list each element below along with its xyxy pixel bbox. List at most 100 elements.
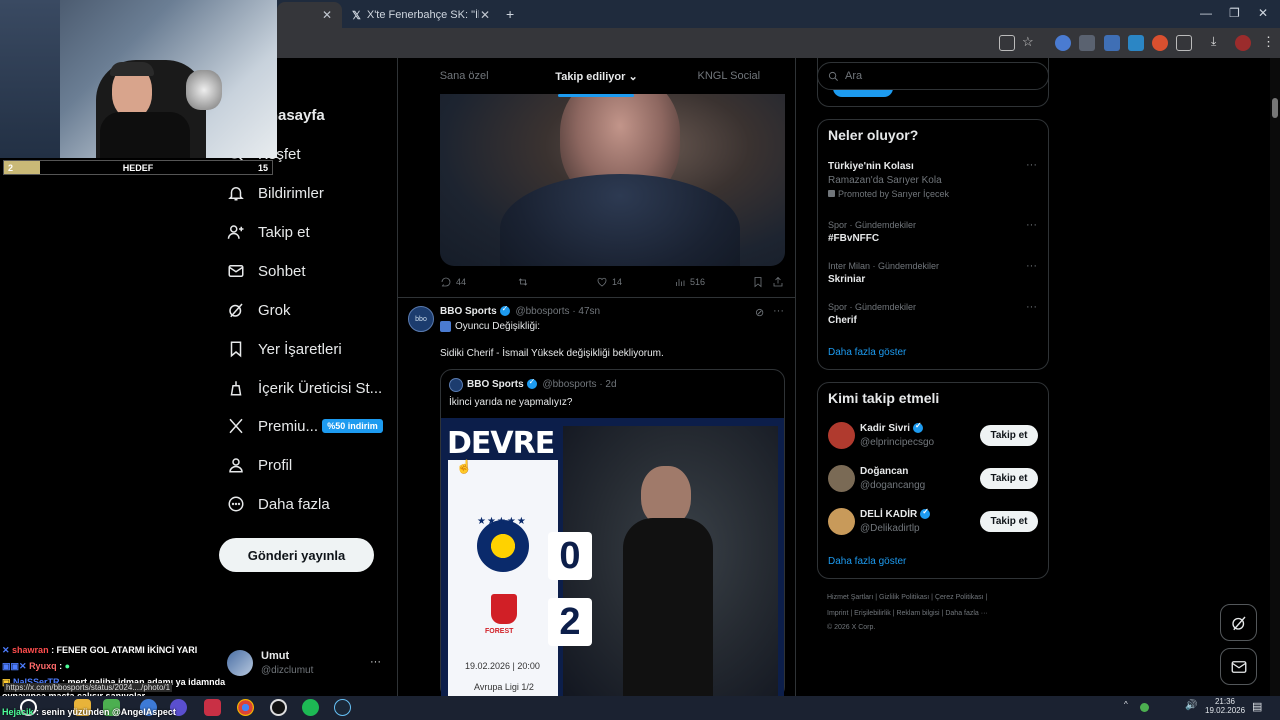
author-handle[interactable]: @bbosports <box>515 306 569 317</box>
browser-tab-active[interactable]: ✕ <box>277 2 342 28</box>
follow-button[interactable]: Takip et <box>980 468 1038 489</box>
footer-link[interactable]: Reklam bilgisi <box>896 610 939 617</box>
clock-time: 21:36 <box>1214 697 1236 706</box>
avatar[interactable] <box>828 465 855 492</box>
nav-label: Takip et <box>258 223 310 241</box>
extension-icon[interactable] <box>1055 35 1071 51</box>
restore-button[interactable]: ❐ <box>1229 6 1240 20</box>
grok-fab-button[interactable] <box>1220 604 1257 641</box>
nav-item-chat[interactable]: Sohbet <box>226 253 306 289</box>
volume-icon[interactable]: 🔊 <box>1185 700 1197 711</box>
bookmark-icon <box>226 339 246 359</box>
tray-chevron-icon[interactable]: ^ <box>1124 700 1128 709</box>
nav-item-notifications[interactable]: Bildirimler <box>226 175 324 211</box>
tray-app-icon[interactable] <box>1140 703 1149 712</box>
post-time[interactable]: · 47sn <box>572 306 600 317</box>
reply-action[interactable]: 44 <box>440 276 466 288</box>
download-icon[interactable]: ⤓ <box>1211 34 1216 49</box>
trend-item[interactable]: Spor · Gündemdekiler Cherif <box>828 302 1028 326</box>
nav-item-more[interactable]: Daha fazla <box>226 486 330 522</box>
messages-fab-button[interactable] <box>1220 648 1257 685</box>
post-button[interactable]: Gönderi yayınla <box>219 538 374 572</box>
avatar[interactable] <box>828 508 855 535</box>
tab-following[interactable]: Takip ediliyor ⌄ <box>530 70 662 97</box>
extension-icon[interactable] <box>1152 35 1168 51</box>
post-text-line: Oyuncu Değişikliği: <box>440 321 540 332</box>
verified-icon <box>913 421 924 434</box>
translate-icon[interactable] <box>1128 35 1144 51</box>
more-icon[interactable]: ··· <box>1026 219 1037 231</box>
close-tab-icon[interactable]: ✕ <box>480 8 490 22</box>
nav-item-bookmarks[interactable]: Yer İşaretleri <box>226 331 342 367</box>
obs-icon[interactable] <box>270 699 287 716</box>
puzzle-icon[interactable] <box>1176 35 1192 51</box>
share-icon <box>773 276 783 287</box>
post-image[interactable] <box>440 94 785 266</box>
search-input[interactable]: Ara <box>817 62 1049 90</box>
account-name[interactable]: Umut <box>261 650 289 662</box>
nav-item-premium[interactable]: Premiu... <box>226 408 318 444</box>
nav-item-grok[interactable]: Grok <box>226 292 291 328</box>
shelf-shape <box>0 0 60 158</box>
trend-item[interactable]: Spor · Gündemdekiler #FBvNFFC <box>828 220 1028 244</box>
footer-link[interactable]: Imprint <box>827 610 848 617</box>
trend-item[interactable]: Inter Milan · Gündemdekiler Skriniar <box>828 261 1028 285</box>
spotify-icon[interactable] <box>302 699 319 716</box>
avatar[interactable] <box>227 650 253 676</box>
footer-link[interactable]: Hizmet Şartları <box>827 594 873 601</box>
tab-for-you[interactable]: Sana özel <box>398 70 530 82</box>
chrome-icon[interactable] <box>237 699 254 716</box>
close-tab-icon[interactable]: ✕ <box>322 8 332 22</box>
browser-tab[interactable]: 𝕏 X'te Fenerbahçe SK: "İlk yarı so ✕ <box>342 2 500 28</box>
extension-icon[interactable] <box>1104 35 1120 51</box>
footer-link[interactable]: Çerez Politikası <box>935 594 984 601</box>
user-name[interactable]: DELİ KADİR <box>860 507 933 520</box>
new-tab-button[interactable]: + <box>506 6 514 22</box>
extension-icon[interactable] <box>1079 35 1095 51</box>
scrollbar[interactable] <box>1270 58 1280 696</box>
tab-kngl-social[interactable]: KNGL Social <box>663 70 795 82</box>
steam-icon[interactable] <box>334 699 351 716</box>
cast-icon[interactable] <box>999 35 1015 51</box>
more-icon[interactable]: ··· <box>1026 301 1037 313</box>
close-app-icon[interactable] <box>204 699 221 716</box>
avatar[interactable] <box>828 422 855 449</box>
footer-link[interactable]: Erişilebilirlik <box>854 610 891 617</box>
nav-item-creator-studio[interactable]: İçerik Üreticisi St... <box>226 370 382 406</box>
trend-item[interactable]: Türkiye'nin Kolası Ramazan'da Sarıyer Ko… <box>828 161 1038 199</box>
footer-link[interactable]: Daha fazla ··· <box>945 610 987 617</box>
avatar[interactable]: bbo <box>408 306 434 332</box>
more-icon[interactable]: ··· <box>1026 159 1037 171</box>
avatar[interactable] <box>1235 35 1251 51</box>
user-name[interactable]: Kadir Sivri <box>860 421 926 434</box>
account-menu-button[interactable]: ··· <box>370 656 381 668</box>
menu-kebab-icon[interactable]: ⋮ <box>1262 34 1275 50</box>
notification-icon[interactable]: ▤ <box>1252 700 1262 713</box>
badge-icon: ▣▣✕ <box>2 661 30 671</box>
more-icon[interactable]: ··· <box>773 305 784 317</box>
follow-button[interactable]: Takip et <box>980 511 1038 532</box>
footer-link[interactable]: Gizlilik Politikası <box>879 594 929 601</box>
show-more-link[interactable]: Daha fazla göster <box>828 556 906 567</box>
show-more-link[interactable]: Daha fazla göster <box>828 347 906 358</box>
scrollbar-thumb[interactable] <box>1272 98 1278 118</box>
more-icon[interactable]: ··· <box>1026 260 1037 272</box>
user-name[interactable]: Doğancan <box>860 466 908 477</box>
share-action[interactable] <box>772 276 788 288</box>
grok-icon[interactable]: ⊘ <box>755 306 764 319</box>
clock[interactable]: 21:36 19.02.2026 <box>1205 697 1245 715</box>
like-action[interactable]: 14 <box>596 276 622 288</box>
nav-item-follow[interactable]: Takip et <box>226 214 310 250</box>
trend-title: Türkiye'nin Kolası <box>828 161 914 172</box>
bookmark-star-icon[interactable]: ☆ <box>1022 34 1034 50</box>
follow-button[interactable]: Takip et <box>980 425 1038 446</box>
views-action[interactable]: 516 <box>674 276 705 288</box>
nav-item-profile[interactable]: Profil <box>226 447 292 483</box>
author-name[interactable]: BBO Sports <box>440 306 497 317</box>
bookmark-action[interactable] <box>752 276 768 288</box>
minimize-button[interactable]: — <box>1200 6 1212 20</box>
close-window-button[interactable]: ✕ <box>1258 6 1268 20</box>
match-graphic[interactable]: DEVRE ★★★★★ 0 FOREST 2 19.02.2026 | 20:0… <box>441 418 784 698</box>
post-text: Sidiki Cherif - İsmail Yüksek değişikliğ… <box>440 348 664 359</box>
retweet-action[interactable] <box>517 276 533 288</box>
